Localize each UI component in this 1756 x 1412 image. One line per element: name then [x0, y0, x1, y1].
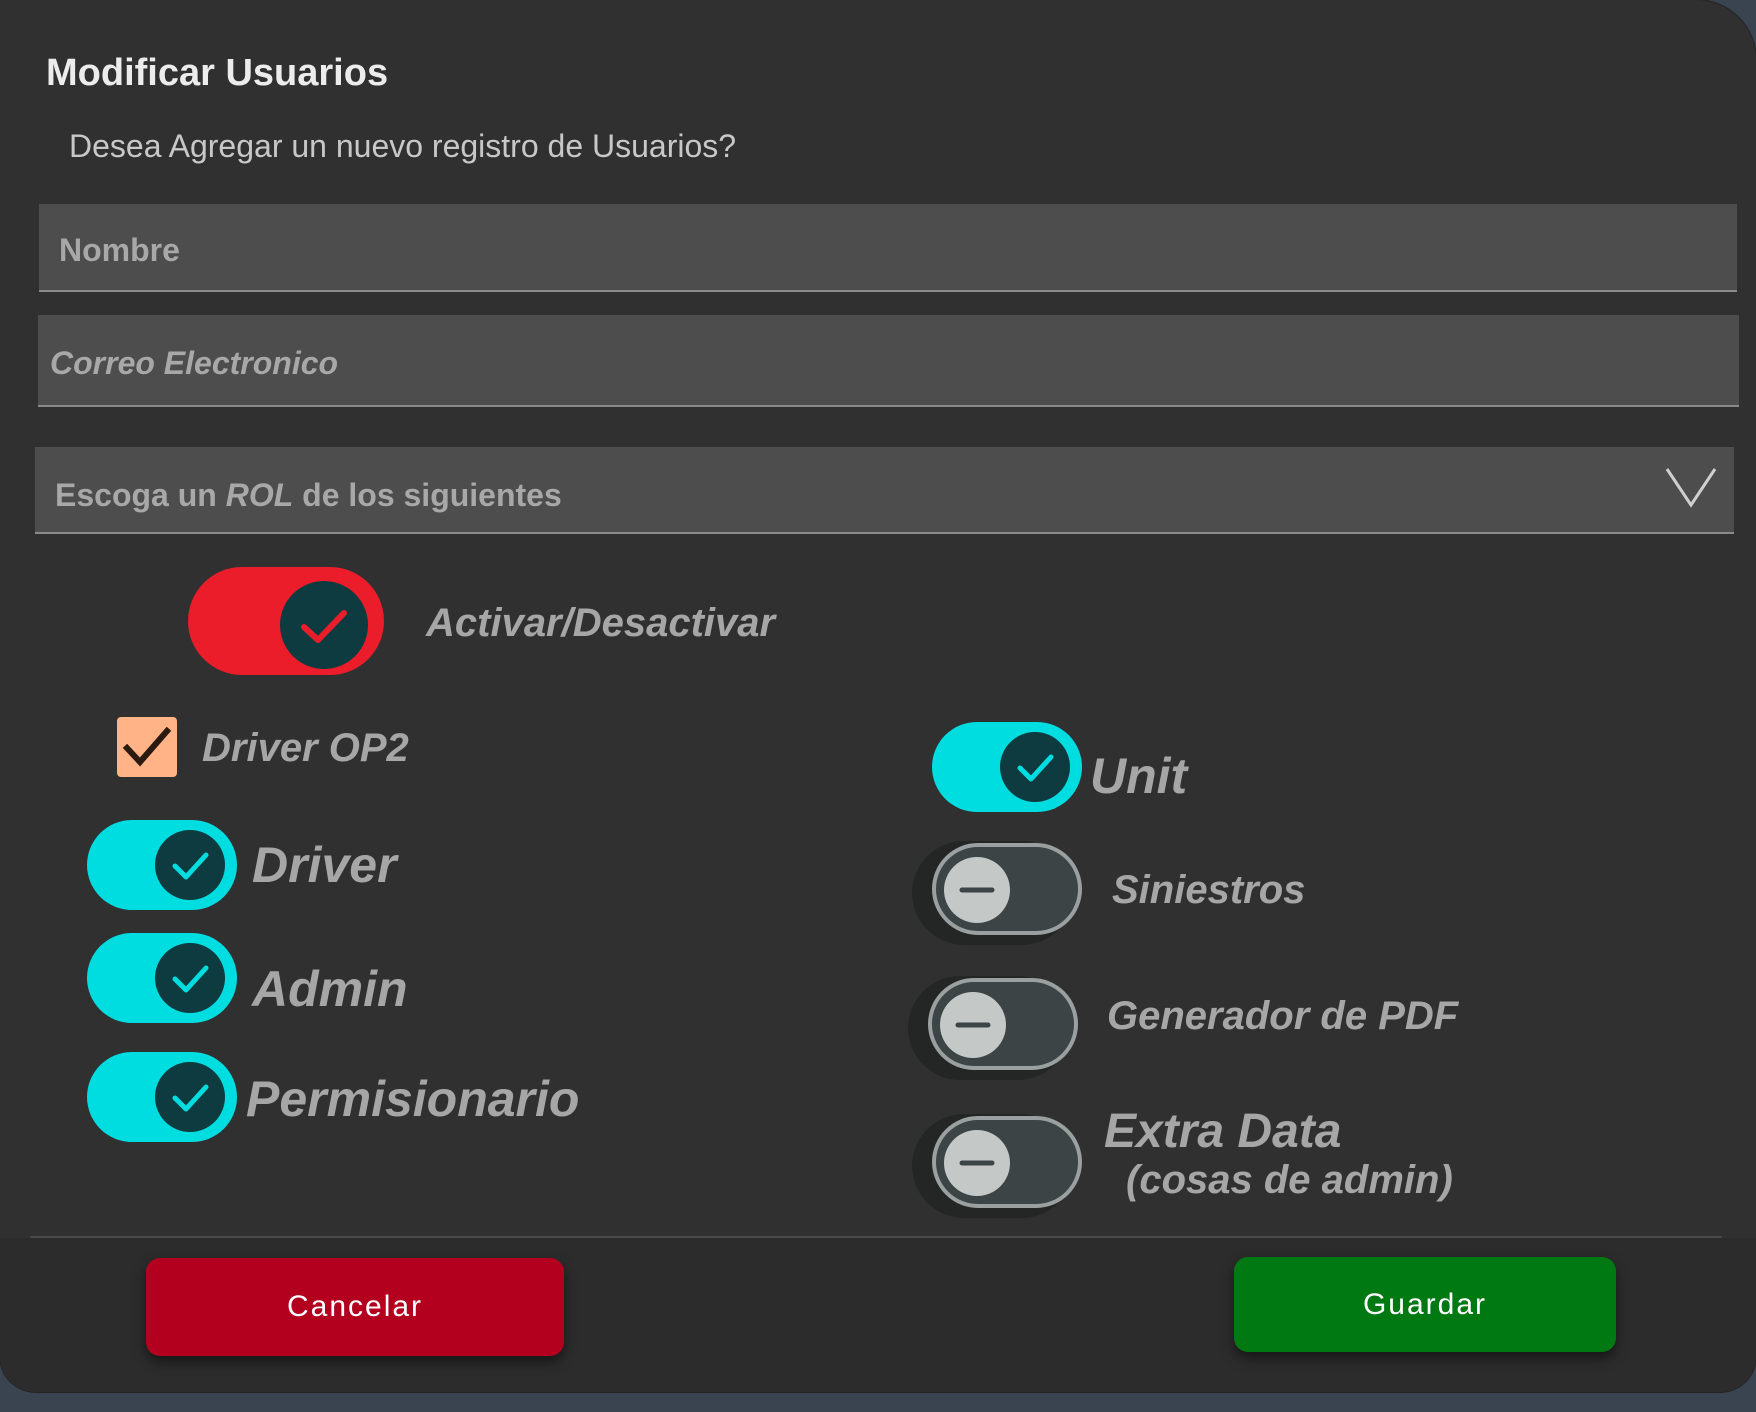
unit-toggle[interactable] — [932, 722, 1082, 812]
siniestros-toggle[interactable] — [932, 843, 1082, 935]
role-select[interactable]: Escoga un ROL de los siguientes — [35, 447, 1734, 534]
check-icon — [122, 726, 172, 767]
cancel-button[interactable]: Cancelar — [146, 1258, 564, 1356]
unit-label: Unit — [1090, 748, 1188, 804]
permisionario-toggle[interactable] — [87, 1052, 237, 1142]
extra-data-toggle[interactable] — [932, 1116, 1082, 1208]
extra-data-label: Extra Data — [1104, 1105, 1342, 1158]
admin-label: Admin — [252, 961, 408, 1017]
name-field[interactable]: Nombre — [39, 204, 1737, 292]
driver-op2-label: Driver OP2 — [202, 726, 409, 770]
toggle-knob — [155, 830, 225, 900]
admin-toggle[interactable] — [87, 933, 237, 1023]
email-field-placeholder: Correo Electronico — [50, 345, 339, 381]
driver-toggle[interactable] — [87, 820, 237, 910]
role-select-emphasis: ROL — [225, 477, 294, 513]
permisionario-label: Permisionario — [246, 1071, 580, 1127]
role-select-placeholder: Escoga un ROL de los siguientes — [55, 477, 562, 514]
chevron-down-icon — [1665, 468, 1717, 508]
pdf-generator-label: Generador de PDF — [1107, 994, 1459, 1038]
save-button[interactable]: Guardar — [1234, 1257, 1616, 1352]
role-select-prefix: Escoga un — [55, 477, 226, 513]
pdf-generator-toggle[interactable] — [928, 978, 1078, 1070]
name-field-placeholder: Nombre — [59, 232, 180, 268]
toggle-knob — [944, 857, 1010, 923]
extra-data-sublabel: (cosas de admin) — [1126, 1158, 1453, 1202]
siniestros-label: Siniestros — [1112, 868, 1306, 912]
toggle-knob — [944, 1130, 1010, 1196]
toggle-knob — [1000, 732, 1070, 802]
toggle-knob — [155, 943, 225, 1013]
active-status-toggle[interactable] — [188, 567, 384, 675]
modify-users-dialog: Modificar Usuarios Desea Agregar un nuev… — [0, 0, 1756, 1392]
check-icon — [172, 965, 209, 993]
check-icon — [301, 610, 347, 643]
email-field[interactable]: Correo Electronico — [38, 315, 1739, 407]
toggle-knob — [155, 1062, 225, 1132]
driver-op2-checkbox[interactable] — [117, 717, 177, 777]
check-icon — [1017, 754, 1054, 782]
toggle-knob — [940, 992, 1006, 1058]
minus-icon — [959, 1160, 995, 1166]
dialog-subtitle: Desea Agregar un nuevo registro de Usuar… — [69, 128, 737, 164]
minus-icon — [959, 887, 995, 893]
toggle-knob — [276, 577, 372, 673]
role-select-suffix: de los siguientes — [293, 477, 562, 513]
check-icon — [172, 1084, 209, 1112]
active-status-label: Activar/Desactivar — [426, 601, 776, 645]
driver-label: Driver — [252, 837, 397, 893]
minus-icon — [955, 1022, 991, 1028]
dialog-title: Modificar Usuarios — [46, 52, 389, 94]
check-icon — [172, 852, 209, 880]
